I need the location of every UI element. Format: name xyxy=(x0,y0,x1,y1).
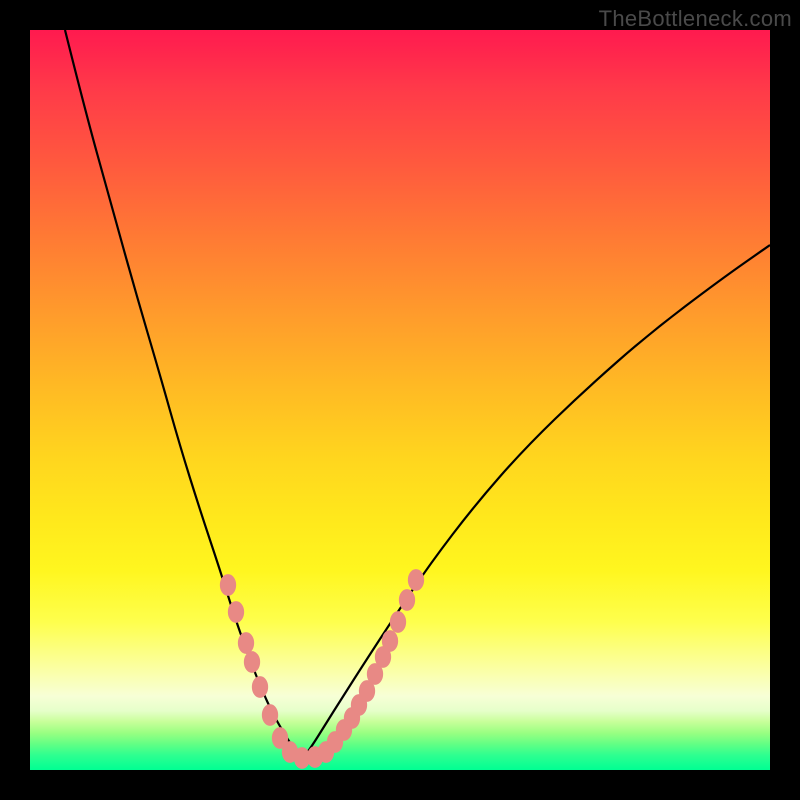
data-marker xyxy=(382,631,397,652)
plot-area xyxy=(30,30,770,770)
data-marker xyxy=(390,612,405,633)
data-marker xyxy=(238,633,253,654)
data-marker xyxy=(408,570,423,591)
data-marker xyxy=(244,652,259,673)
data-marker xyxy=(262,705,277,726)
data-marker xyxy=(228,602,243,623)
left-curve xyxy=(65,30,302,760)
watermark-text: TheBottleneck.com xyxy=(599,6,792,32)
data-marker xyxy=(220,575,235,596)
markers-group xyxy=(220,570,423,769)
chart-frame: TheBottleneck.com xyxy=(0,0,800,800)
curve-svg xyxy=(30,30,770,770)
data-marker xyxy=(252,677,267,698)
data-marker xyxy=(399,590,414,611)
